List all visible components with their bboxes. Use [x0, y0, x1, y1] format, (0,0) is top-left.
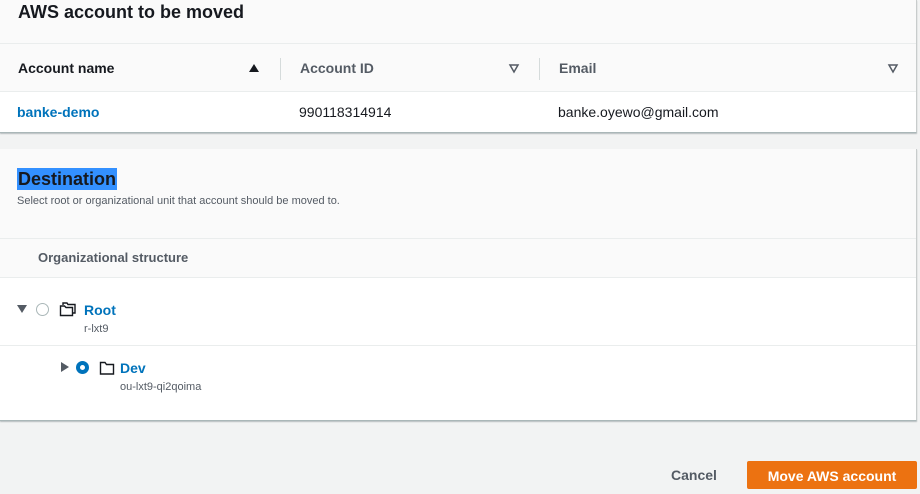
- root-node-id: r-lxt9: [84, 323, 109, 335]
- dev-node-name[interactable]: Dev: [120, 360, 146, 376]
- sort-ascending-icon[interactable]: [248, 62, 260, 74]
- org-structure-label: Organizational structure: [38, 250, 189, 265]
- expand-caret-icon[interactable]: [61, 362, 69, 372]
- column-header-account-name[interactable]: Account name: [18, 44, 114, 92]
- panel-header: Destination Select root or organizationa…: [0, 149, 916, 239]
- column-header-account-id[interactable]: Account ID: [300, 44, 374, 92]
- root-radio[interactable]: [36, 303, 49, 316]
- root-node-name[interactable]: Root: [84, 302, 116, 318]
- tree-node-root: Root r-lxt9: [0, 278, 916, 346]
- column-header-email[interactable]: Email: [559, 44, 596, 92]
- folder-stack-icon: [59, 302, 76, 317]
- email-cell: banke.oyewo@gmail.com: [558, 104, 719, 120]
- account-name-link[interactable]: banke-demo: [17, 92, 99, 133]
- column-divider: [539, 58, 540, 80]
- column-divider: [280, 58, 281, 80]
- sort-icon[interactable]: [887, 62, 899, 74]
- destination-title: Destination: [17, 168, 118, 190]
- account-id-cell: 990118314914: [299, 104, 392, 120]
- collapse-caret-icon[interactable]: [17, 305, 27, 313]
- panel-header: AWS account to be moved: [0, 0, 916, 44]
- dev-node-id: ou-lxt9-qi2qoima: [120, 381, 202, 393]
- panel-title: AWS account to be moved: [18, 2, 245, 22]
- tree-node-dev: Dev ou-lxt9-qi2qoima: [0, 347, 916, 420]
- table-row: banke-demo 990118314914 banke.oyewo@gmai…: [0, 92, 916, 133]
- destination-panel: Destination Select root or organizationa…: [0, 149, 917, 421]
- org-structure-header: Organizational structure: [0, 239, 916, 278]
- table-header: Account name Account ID Email: [0, 44, 916, 92]
- folder-icon: [99, 361, 115, 375]
- account-to-move-panel: AWS account to be moved Account name Acc…: [0, 0, 917, 133]
- destination-description: Select root or organizational unit that …: [17, 195, 340, 207]
- dev-radio[interactable]: [76, 361, 89, 374]
- sort-icon[interactable]: [508, 62, 520, 74]
- move-aws-account-button[interactable]: Move AWS account: [747, 461, 917, 489]
- cancel-button[interactable]: Cancel: [662, 461, 726, 489]
